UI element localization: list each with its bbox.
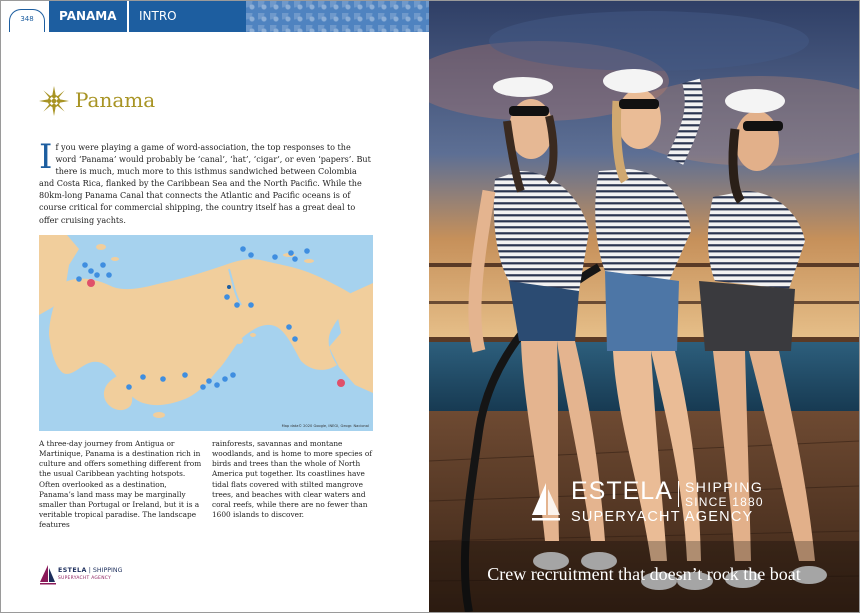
section-label: PANAMA	[59, 9, 117, 23]
body-column-2: rainforests, savannas and montane woodla…	[212, 439, 372, 520]
subsection-label: INTRO	[127, 1, 247, 32]
sail-logo-icon	[532, 483, 560, 521]
compass-star-icon	[39, 86, 69, 116]
body-column-1: A three-day journey from Antigua or Mart…	[39, 439, 202, 530]
left-page: 348 PANAMA INTRO Panama I f you were pla…	[1, 1, 429, 612]
footer-logo-tagline: SHIPPING	[92, 567, 123, 574]
page-header: 348 PANAMA INTRO	[1, 1, 429, 32]
advert-brand: ESTELA	[571, 477, 673, 505]
page-number: 348	[9, 9, 45, 32]
magazine-spread: 348 PANAMA INTRO Panama I f you were pla…	[0, 0, 860, 613]
sail-logo-icon	[40, 565, 56, 585]
advert-shipping: SHIPPING	[685, 479, 764, 495]
advert-page: ESTELA SHIPPING SINCE 1880 SUPERYACHT AG…	[429, 1, 859, 612]
drop-cap: I	[39, 137, 53, 177]
map-credit: Map data© 2020 Google, INEGI, Geogr. Nac…	[281, 424, 369, 428]
advert-since: SINCE 1880	[685, 495, 764, 509]
advert-logo-separator	[678, 481, 679, 507]
intro-paragraph: If you were playing a game of word-assoc…	[39, 137, 373, 226]
footer-logo-brand: ESTELA	[58, 567, 87, 574]
footer-logo: ESTELA | SHIPPING SUPERYACHT AGENCY	[39, 564, 129, 586]
panama-map[interactable]: Map data© 2020 Google, INEGI, Geogr. Nac…	[39, 235, 373, 431]
advert-agency: SUPERYACHT AGENCY	[571, 509, 754, 525]
article-title: Panama	[75, 88, 156, 112]
footer-logo-name: ESTELA | SHIPPING	[58, 567, 123, 574]
advert-logo: ESTELA SHIPPING SINCE 1880 SUPERYACHT AG…	[529, 477, 829, 529]
advert-slogan: Crew recruitment that doesn’t rock the b…	[487, 564, 801, 584]
map-graphic	[39, 235, 373, 431]
footer-logo-sub: SUPERYACHT AGENCY	[58, 576, 112, 581]
intro-text: f you were playing a game of word-associ…	[39, 142, 371, 225]
header-pattern	[246, 1, 429, 32]
